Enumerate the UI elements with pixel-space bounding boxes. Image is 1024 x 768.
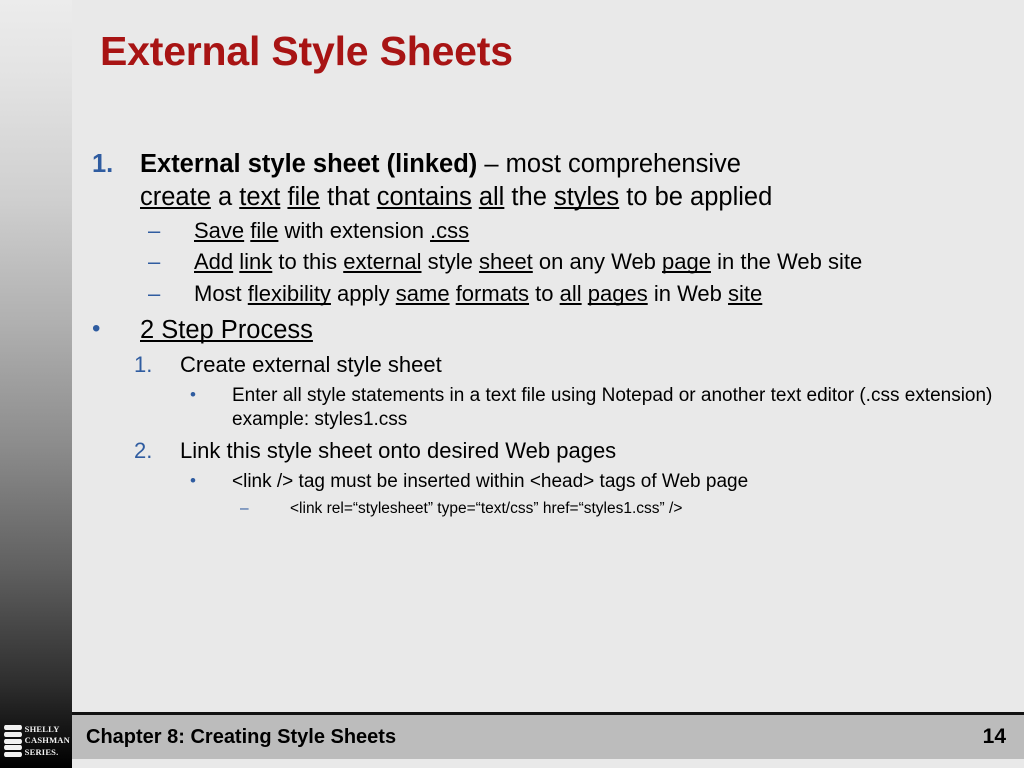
book-bar <box>4 745 22 751</box>
list-item-step-1: 1. Create external style sheet <box>134 351 1020 380</box>
list-item-level4-code: – <link rel=“stylesheet” type=“text/css”… <box>240 499 1020 519</box>
kw-create: create <box>140 182 211 211</box>
kw-same: same <box>395 280 450 306</box>
a3: style <box>421 249 479 275</box>
list-item-level1: 1. External style sheet (linked) – most … <box>92 148 1020 214</box>
kw-page: page <box>662 249 711 275</box>
kw-flexibility: flexibility <box>247 280 331 306</box>
slide-footer: Chapter 8: Creating Style Sheets 14 <box>72 715 1024 759</box>
list-marker-bullet: • <box>190 470 196 490</box>
kw-styles: styles <box>553 182 620 211</box>
kw-formats: formats <box>455 280 530 306</box>
code-snippet-text: <link rel=“stylesheet” type=“text/css” h… <box>290 500 683 518</box>
shelly-cashman-logo: SHELLY CASHMAN SERIES. <box>4 719 70 763</box>
m6: in Web <box>647 280 729 306</box>
s2: with extension <box>278 217 431 243</box>
t3: that <box>320 182 377 211</box>
t4 <box>472 183 479 211</box>
a2: to this <box>272 249 344 275</box>
kw-text: text <box>239 182 281 211</box>
list-item-level2: – Most flexibility apply same formats to… <box>148 280 1020 309</box>
list-item-text: Create external style sheet <box>180 352 442 378</box>
t6: to be applied <box>619 182 773 211</box>
kw-file: file <box>250 217 279 243</box>
list-item-text: External style sheet (linked) – most com… <box>140 148 1020 214</box>
t5: the <box>504 182 554 211</box>
list-marker-dash: – <box>240 500 249 518</box>
list-marker-dash: – <box>148 217 161 243</box>
list-item-text: Link this style sheet onto desired Web p… <box>180 438 617 464</box>
list-marker-bullet: • <box>92 314 101 342</box>
kw-save: Save <box>194 217 245 243</box>
list-item-level3: • Enter all style statements in a text f… <box>190 384 1020 432</box>
list-item-text: Enter all style statements in a text fil… <box>232 385 993 431</box>
a4: on any Web <box>532 249 663 275</box>
book-bar <box>4 738 22 744</box>
kw-add: Add <box>194 249 234 275</box>
list-item-text: Most flexibility apply same formats to a… <box>194 280 1020 309</box>
kw-file: file <box>287 182 321 211</box>
kw-site: site <box>728 280 763 306</box>
m2: apply <box>330 280 396 306</box>
footer-page-number: 14 <box>982 725 1006 748</box>
kw-all: all <box>478 182 505 211</box>
book-bar <box>4 725 22 730</box>
logo-line-3: SERIES. <box>24 746 59 757</box>
kw-2-step-process: 2 Step Process <box>140 315 313 344</box>
list-item-level3: • <link /> tag must be inserted within <… <box>190 470 1020 494</box>
lead-rest: – most comprehensive <box>477 150 741 178</box>
list-item-step-2: 2. Link this style sheet onto desired We… <box>134 437 1020 466</box>
list-item-text: 2 Step Process <box>140 314 1020 347</box>
m1: Most <box>194 280 248 306</box>
presentation-slide: External Style Sheets 1. External style … <box>0 0 1024 768</box>
books-stack-icon <box>4 725 22 757</box>
list-marker-number: 1. <box>134 352 153 378</box>
slide-body-content: 1. External style sheet (linked) – most … <box>92 148 1020 519</box>
list-item-level1-bullet: • 2 Step Process <box>92 314 1020 347</box>
list-marker-bullet: • <box>190 385 196 405</box>
list-marker-number: 2. <box>134 438 153 464</box>
list-item-text: Add link to this external style sheet on… <box>194 248 1020 277</box>
list-item-text: <link /> tag must be inserted within <he… <box>232 470 749 492</box>
list-marker-dash: – <box>148 280 161 306</box>
list-item-level2: – Save file with extension .css <box>148 217 1020 246</box>
list-marker-dash: – <box>148 249 161 275</box>
page-title: External Style Sheets <box>100 28 513 74</box>
logo-wordmark: SHELLY CASHMAN SERIES. <box>25 724 70 757</box>
kw-contains: contains <box>376 182 472 211</box>
book-bar <box>4 752 22 757</box>
kw-sheet: sheet <box>478 249 533 275</box>
footer-chapter-label: Chapter 8: Creating Style Sheets <box>86 725 397 748</box>
kw-link: link <box>239 249 273 275</box>
list-item-text: Save file with extension .css <box>194 217 1020 246</box>
kw-css-ext: .css <box>430 217 470 243</box>
book-bar <box>4 731 22 737</box>
kw-all: all <box>559 280 582 306</box>
list-item-level2: – Add link to this external style sheet … <box>148 248 1020 277</box>
logo-line-2: CASHMAN <box>24 735 70 746</box>
t1: a <box>210 182 240 211</box>
kw-external: external <box>343 249 422 275</box>
left-gradient-band <box>0 0 72 768</box>
list-marker-number: 1. <box>92 150 114 178</box>
m4: to <box>529 280 560 306</box>
a5: in the Web site <box>710 249 863 275</box>
logo-line-1: SHELLY <box>24 724 60 735</box>
bold-lead: External style sheet (linked) <box>140 150 478 178</box>
kw-pages: pages <box>587 280 648 306</box>
